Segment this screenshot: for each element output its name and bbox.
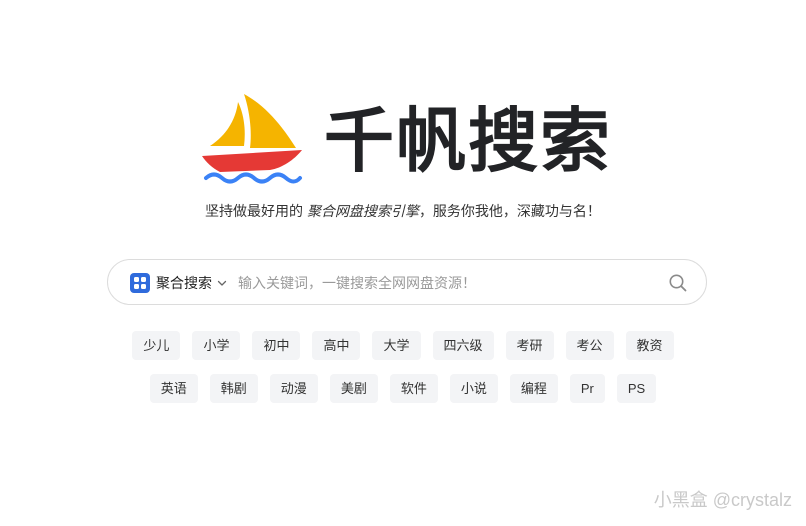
tag-chip[interactable]: 小说 [449,374,498,403]
sailboat-icon [202,94,302,184]
search-mode-dropdown[interactable]: 聚合搜索 [130,273,228,293]
tag-chip[interactable]: Pr [569,374,605,403]
tag-chip[interactable]: 编程 [509,374,558,403]
tag-chip[interactable]: 软件 [389,374,438,403]
search-mode-label: 聚合搜索 [156,275,212,291]
tag-chip[interactable]: PS [616,374,657,403]
tag-chip[interactable]: 美剧 [329,374,378,403]
tag-chip[interactable]: 四六级 [432,331,494,360]
search-bar: 聚合搜索 [107,259,707,305]
tag-row-education: 少儿 小学 初中 高中 大学 四六级 考研 考公 教资 [0,331,806,360]
tag-chip[interactable]: 小学 [192,331,241,360]
tag-chip[interactable]: 动漫 [269,374,318,403]
brand-title: 千帆搜索 [324,102,612,180]
search-input[interactable] [238,270,648,296]
tag-chip[interactable]: 考公 [565,331,614,360]
brand-header: 千帆搜索 [198,90,618,190]
tag-chip[interactable]: 考研 [505,331,554,360]
slogan-emphasis: 聚合网盘搜索引擎 [306,203,419,219]
tag-chip[interactable]: 初中 [252,331,301,360]
tag-chip[interactable]: 教资 [625,331,674,360]
tag-row-media: 英语 韩剧 动漫 美剧 软件 小说 编程 Pr PS [0,374,806,403]
chevron-down-icon [217,280,227,286]
tag-chip[interactable]: 少儿 [132,331,181,360]
tag-chip[interactable]: 高中 [312,331,361,360]
slogan-suffix: ，服务你我他，深藏功与名！ [418,203,601,219]
tag-chip[interactable]: 英语 [149,374,198,403]
tag-chip[interactable]: 韩剧 [209,374,258,403]
search-icon[interactable] [668,273,688,293]
slogan-prefix: 坚持做最好用的 [205,203,304,219]
tag-chip[interactable]: 大学 [372,331,421,360]
grid-icon [130,273,150,293]
watermark: 小黑盒 @crystalz [653,490,792,510]
slogan: 坚持做最好用的 聚合网盘搜索引擎，服务你我他，深藏功与名！ [0,201,806,221]
search-home-page: 千帆搜索 坚持做最好用的 聚合网盘搜索引擎，服务你我他，深藏功与名！ 聚合搜索 … [0,0,806,526]
